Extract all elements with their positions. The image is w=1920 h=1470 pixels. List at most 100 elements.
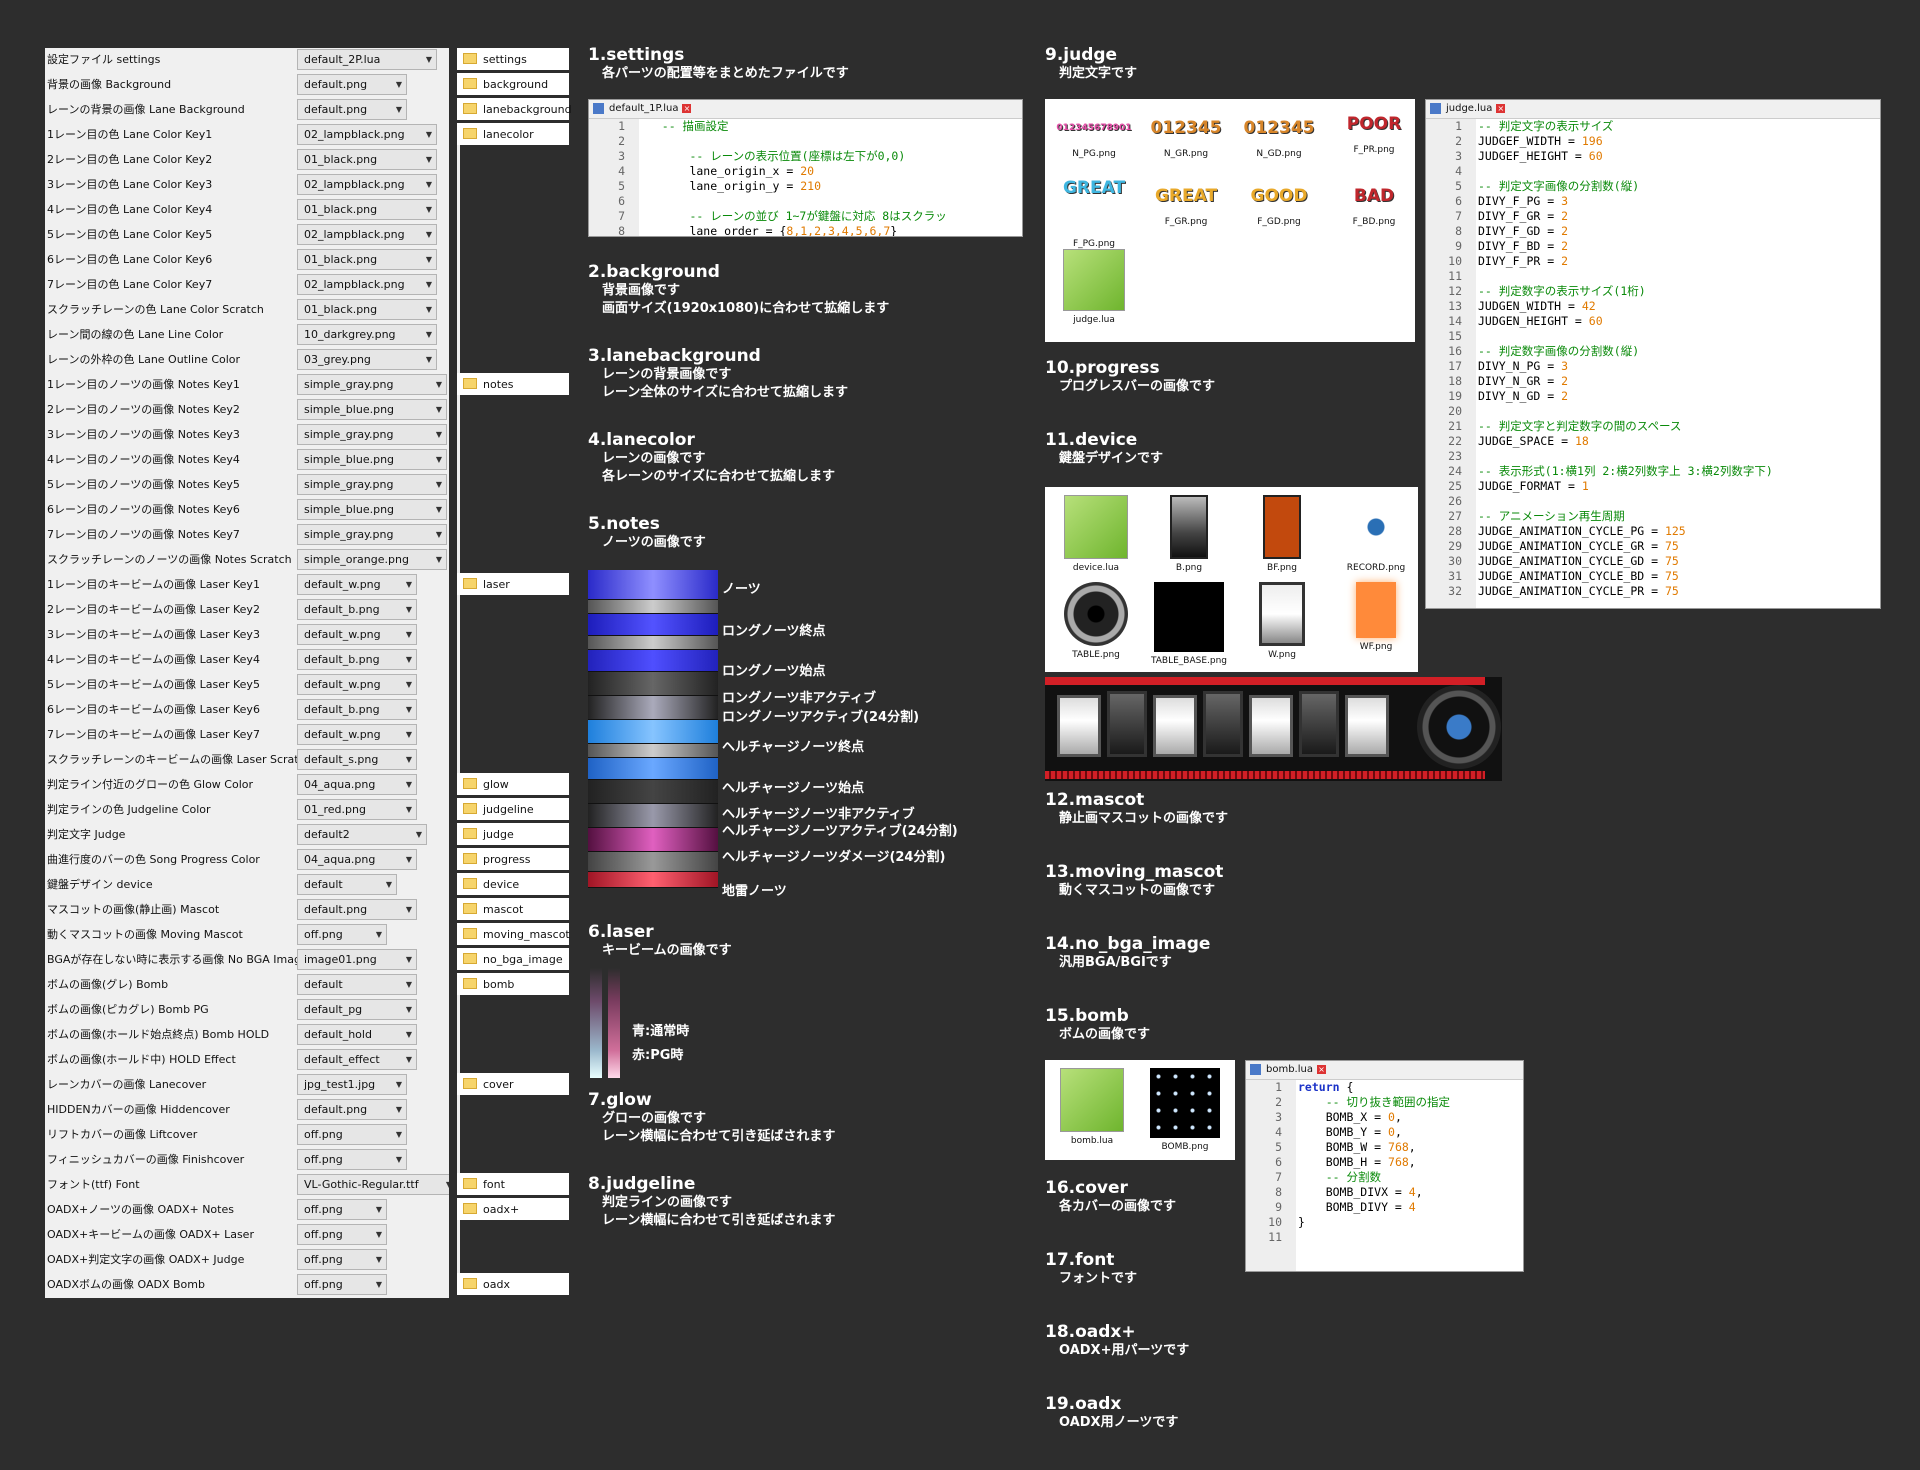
thumbnail[interactable]: 01234567890123456789 N_PG.png [1053, 111, 1135, 159]
setting-dropdown[interactable]: default_b.png ▼ [297, 699, 417, 720]
setting-dropdown[interactable]: off.png ▼ [297, 924, 387, 945]
setting-dropdown[interactable]: simple_blue.png ▼ [297, 449, 447, 470]
editor-tab[interactable]: bomb.lua × [1246, 1061, 1523, 1080]
thumbnail[interactable]: WF.png [1335, 582, 1417, 652]
thumbnail[interactable]: TABLE.png [1055, 582, 1137, 660]
folder-mascot[interactable]: mascot [457, 898, 569, 920]
setting-dropdown[interactable]: default ▼ [297, 974, 417, 995]
thumbnail[interactable]: device.lua [1055, 495, 1137, 573]
folder-moving_mascot[interactable]: moving_mascot [457, 923, 570, 945]
setting-dropdown[interactable]: 04_aqua.png ▼ [297, 774, 417, 795]
setting-dropdown[interactable]: 10_darkgrey.png ▼ [297, 324, 437, 345]
bomb-lua-editor[interactable]: bomb.lua × 1 return {2 -- 切り抜き範囲の指定 3 BOMB_… [1245, 1060, 1524, 1272]
setting-dropdown[interactable]: jpg_test1.jpg ▼ [297, 1074, 407, 1095]
setting-dropdown[interactable]: default ▼ [297, 874, 397, 895]
setting-dropdown[interactable]: off.png ▼ [297, 1199, 387, 1220]
setting-dropdown[interactable]: 02_lampblack.png ▼ [297, 124, 437, 145]
code-token: -- レーンの表示位置(座標は左下が0,0) [689, 149, 906, 163]
thumbnail[interactable]: 0123456789 N_GD.png [1238, 111, 1320, 159]
thumbnail[interactable]: B.png [1148, 495, 1230, 573]
thumbnail[interactable]: TABLE_BASE.png [1148, 582, 1230, 666]
folder-no_bga_image[interactable]: no_bga_image [457, 948, 569, 970]
setting-dropdown[interactable]: default_b.png ▼ [297, 599, 417, 620]
setting-dropdown[interactable]: simple_blue.png ▼ [297, 399, 447, 420]
setting-dropdown[interactable]: default_w.png ▼ [297, 724, 417, 745]
setting-dropdown[interactable]: simple_blue.png ▼ [297, 499, 447, 520]
thumbnail[interactable]: GREAT F_PG.png [1053, 179, 1135, 249]
folder-background[interactable]: background [457, 73, 569, 95]
setting-dropdown[interactable]: off.png ▼ [297, 1249, 387, 1270]
setting-dropdown[interactable]: default.png ▼ [297, 1099, 407, 1120]
folder-judgeline[interactable]: judgeline [457, 798, 569, 820]
setting-dropdown[interactable]: simple_gray.png ▼ [297, 524, 447, 545]
folder-bomb[interactable]: bomb [457, 973, 569, 995]
setting-dropdown[interactable]: default_hold ▼ [297, 1024, 417, 1045]
folder-laser[interactable]: laser [457, 573, 569, 595]
thumbnail[interactable]: BF.png [1241, 495, 1323, 573]
setting-dropdown[interactable]: simple_gray.png ▼ [297, 424, 447, 445]
thumbnail[interactable]: W.png [1241, 582, 1323, 660]
setting-dropdown[interactable]: default_pg ▼ [297, 999, 417, 1020]
setting-dropdown[interactable]: default_w.png ▼ [297, 624, 417, 645]
folder-oadx[interactable]: oadx [457, 1273, 569, 1295]
setting-dropdown[interactable]: off.png ▼ [297, 1149, 407, 1170]
editor-tab[interactable]: default_1P.lua × [589, 100, 1022, 119]
setting-dropdown[interactable]: default_w.png ▼ [297, 574, 417, 595]
setting-dropdown[interactable]: default.png ▼ [297, 899, 417, 920]
setting-dropdown[interactable]: 01_black.png ▼ [297, 199, 437, 220]
thumbnail[interactable]: BOMB.png [1143, 1068, 1227, 1152]
setting-dropdown[interactable]: 01_black.png ▼ [297, 249, 437, 270]
folder-lanebackground[interactable]: lanebackground [457, 98, 572, 120]
folder-device[interactable]: device [457, 873, 569, 895]
thumbnail[interactable]: POOR F_PR.png [1333, 107, 1415, 155]
setting-dropdown[interactable]: 04_aqua.png ▼ [297, 849, 417, 870]
setting-dropdown[interactable]: off.png ▼ [297, 1124, 407, 1145]
thumbnail[interactable]: 0123456789 N_GR.png [1145, 111, 1227, 159]
thumbnail[interactable]: GOOD F_GD.png [1238, 179, 1320, 227]
setting-dropdown[interactable]: simple_gray.png ▼ [297, 474, 447, 495]
setting-dropdown[interactable]: default.png ▼ [297, 74, 407, 95]
thumbnail[interactable]: bomb.lua [1050, 1068, 1134, 1146]
setting-dropdown[interactable]: 03_grey.png ▼ [297, 349, 437, 370]
close-tab-icon[interactable]: × [1316, 1064, 1326, 1074]
setting-dropdown[interactable]: default_b.png ▼ [297, 649, 417, 670]
setting-dropdown[interactable]: default_effect ▼ [297, 1049, 417, 1070]
folder-settings[interactable]: settings [457, 48, 569, 70]
setting-dropdown[interactable]: simple_gray.png ▼ [297, 374, 447, 395]
editor-tab[interactable]: judge.lua × [1426, 100, 1880, 119]
folder-lanecolor[interactable]: lanecolor [457, 123, 569, 145]
setting-dropdown[interactable]: off.png ▼ [297, 1274, 387, 1295]
setting-dropdown[interactable]: default_2P.lua ▼ [297, 49, 437, 70]
close-tab-icon[interactable]: × [682, 103, 692, 113]
setting-dropdown[interactable]: 01_black.png ▼ [297, 149, 437, 170]
folder-font[interactable]: font [457, 1173, 569, 1195]
setting-dropdown[interactable]: default_s.png ▼ [297, 749, 417, 770]
folder-glow[interactable]: glow [457, 773, 569, 795]
setting-dropdown[interactable]: default2 ▼ [297, 824, 427, 845]
setting-dropdown[interactable]: default_w.png ▼ [297, 674, 417, 695]
folder-judge[interactable]: judge [457, 823, 569, 845]
judge-lua-editor[interactable]: judge.lua × 1 -- 判定文字の表示サイズ 2 JUDGEF_WIDTH =… [1425, 99, 1881, 609]
setting-dropdown[interactable]: image01.png ▼ [297, 949, 417, 970]
thumbnail[interactable]: RECORD.png [1335, 495, 1417, 573]
setting-dropdown[interactable]: VL-Gothic-Regular.ttf▼ [297, 1174, 457, 1195]
folder-progress[interactable]: progress [457, 848, 569, 870]
thumbnail[interactable]: BAD F_BD.png [1333, 179, 1415, 227]
settings-lua-editor[interactable]: default_1P.lua × 1 -- 描画設定 2 3 -- レーンの表示位置(… [588, 99, 1023, 237]
setting-dropdown[interactable]: 02_lampblack.png ▼ [297, 174, 437, 195]
setting-dropdown[interactable]: off.png ▼ [297, 1224, 387, 1245]
folder-cover[interactable]: cover [457, 1073, 569, 1095]
close-tab-icon[interactable]: × [1496, 103, 1506, 113]
code-line: 10 DIVY_F_PR = 2 [1426, 254, 1880, 269]
thumbnail[interactable]: judge.lua [1053, 249, 1135, 325]
setting-dropdown[interactable]: 01_red.png ▼ [297, 799, 417, 820]
folder-notes[interactable]: notes [457, 373, 569, 395]
folder-oadx+[interactable]: oadx+ [457, 1198, 569, 1220]
setting-dropdown[interactable]: 02_lampblack.png ▼ [297, 224, 437, 245]
setting-dropdown[interactable]: 01_black.png ▼ [297, 299, 437, 320]
setting-dropdown[interactable]: default.png ▼ [297, 99, 407, 120]
setting-dropdown[interactable]: 02_lampblack.png ▼ [297, 274, 437, 295]
setting-dropdown[interactable]: simple_orange.png ▼ [297, 549, 447, 570]
section-description: 判定ラインの画像です [602, 1195, 733, 1210]
thumbnail[interactable]: GREAT F_GR.png [1145, 179, 1227, 227]
